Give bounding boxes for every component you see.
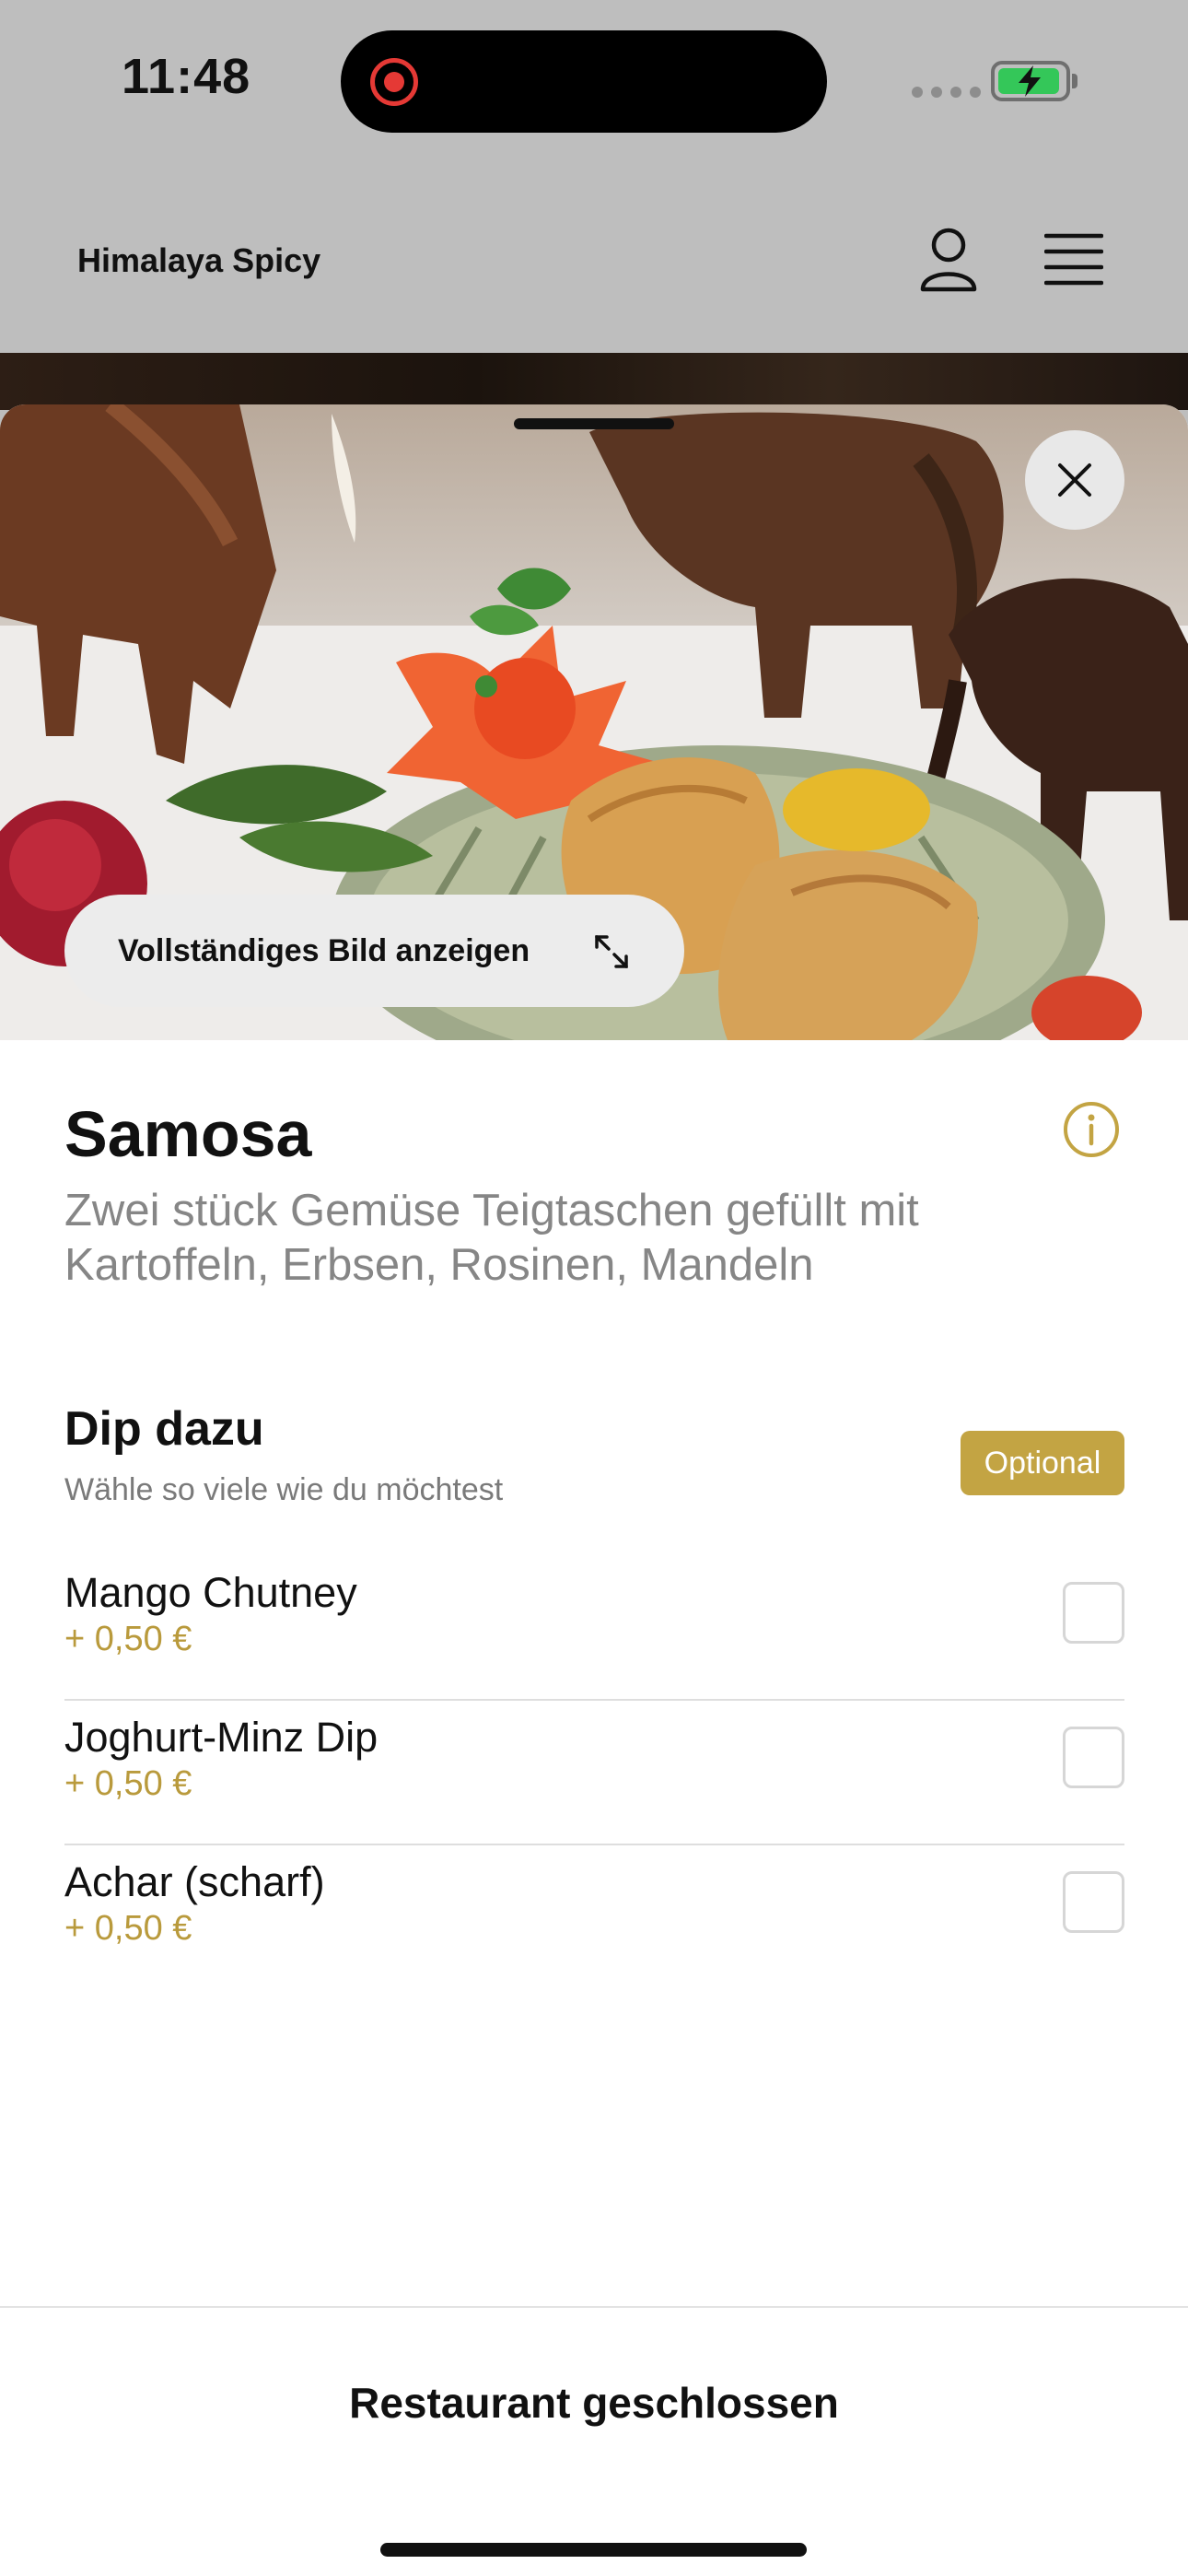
dish-title: Samosa — [64, 1098, 312, 1170]
info-icon[interactable] — [1063, 1101, 1120, 1158]
option-group-subtitle: Wähle so viele wie du möchtest — [64, 1472, 504, 1507]
dish-description: Zwei stück Gemüse Teigtaschen gefüllt mi… — [64, 1186, 919, 1290]
option-name: Achar (scharf) — [64, 1858, 325, 1905]
status-time: 11:48 — [122, 49, 251, 104]
expand-icon — [595, 935, 628, 968]
option-list: Mango Chutney + 0,50 € Joghurt-Minz Dip … — [64, 1556, 1124, 1990]
dynamic-island — [341, 30, 827, 133]
show-full-image-label: Vollständiges Bild anzeigen — [118, 932, 530, 968]
battery-icon — [991, 61, 1070, 101]
option-row[interactable]: Joghurt-Minz Dip + 0,50 € — [64, 1701, 1124, 1845]
footer-divider — [0, 2306, 1188, 2308]
screen-recording-icon — [370, 58, 418, 106]
option-row[interactable]: Mango Chutney + 0,50 € — [64, 1556, 1124, 1701]
option-price: + 0,50 € — [64, 1620, 192, 1658]
optional-badge: Optional — [961, 1431, 1124, 1495]
option-checkbox[interactable] — [1063, 1582, 1124, 1644]
restaurant-name[interactable]: Himalaya Spicy — [77, 241, 320, 280]
option-name: Joghurt-Minz Dip — [64, 1714, 379, 1761]
close-icon — [1058, 463, 1091, 497]
status-bar: 11:48 — [0, 0, 1188, 166]
option-price: + 0,50 € — [64, 1764, 192, 1803]
option-name: Mango Chutney — [64, 1569, 357, 1616]
option-row[interactable]: Achar (scharf) + 0,50 € — [64, 1845, 1124, 1990]
restaurant-closed-label: Restaurant geschlossen — [349, 2379, 839, 2427]
sheet-grabber[interactable] — [514, 418, 674, 429]
close-button[interactable] — [1025, 430, 1124, 530]
show-full-image-button[interactable]: Vollständiges Bild anzeigen — [64, 895, 684, 1007]
battery-cap — [1072, 74, 1077, 88]
option-price: + 0,50 € — [64, 1909, 192, 1948]
app-header: Himalaya Spicy — [0, 166, 1188, 353]
background-photo-strip — [0, 353, 1188, 410]
account-icon[interactable] — [919, 227, 978, 293]
cellular-signal-icon — [912, 87, 981, 98]
option-checkbox[interactable] — [1063, 1727, 1124, 1788]
option-checkbox[interactable] — [1063, 1871, 1124, 1933]
dish-detail-sheet: Vollständiges Bild anzeigen Samosa Zwei … — [0, 404, 1188, 2576]
charging-bolt-icon — [1019, 65, 1041, 97]
option-group-title: Dip dazu — [64, 1402, 264, 1456]
home-indicator[interactable] — [380, 2543, 807, 2557]
hamburger-menu-icon[interactable] — [1044, 232, 1103, 287]
